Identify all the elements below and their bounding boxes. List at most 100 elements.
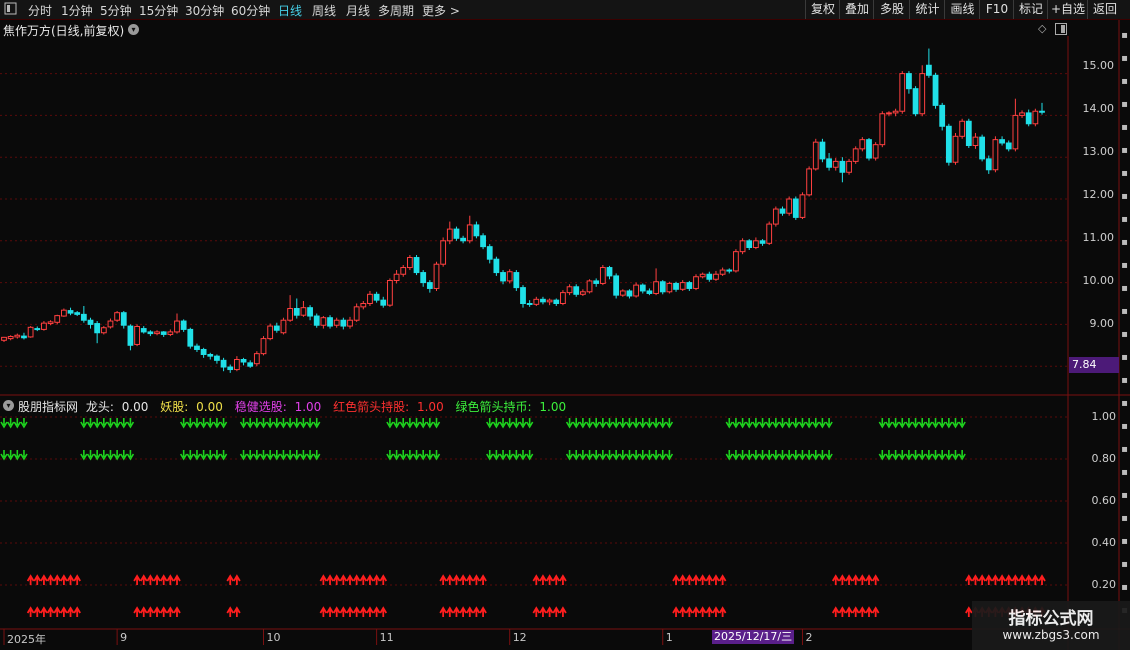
green-down-arrow <box>612 450 620 461</box>
candle <box>67 307 74 316</box>
green-down-arrow <box>891 450 900 461</box>
truncated-glyph: ▪ <box>1121 168 1128 179</box>
candle <box>832 158 839 171</box>
candle <box>140 326 147 334</box>
candle-body-up <box>952 135 959 163</box>
green-down-arrow <box>525 450 534 461</box>
green-down-arrow <box>745 450 753 461</box>
green-down-arrow <box>792 450 800 461</box>
green-down-arrow <box>273 450 281 461</box>
green-down-arrow <box>645 418 654 429</box>
red-up-arrow <box>46 606 55 617</box>
green-down-arrow <box>585 418 594 429</box>
green-down-arrow <box>732 418 740 429</box>
candle <box>480 233 486 250</box>
candle <box>7 335 14 341</box>
red-up-arrow <box>359 606 368 617</box>
candle-body-up <box>806 168 813 196</box>
candle <box>380 296 387 308</box>
candle <box>959 118 966 139</box>
red-up-arrow <box>545 606 554 617</box>
candle-body-up <box>27 326 34 338</box>
candle-body-up <box>772 208 779 225</box>
green-down-arrow <box>778 418 787 429</box>
indicator-tick: 0.60 <box>1091 494 1117 507</box>
date-tick: 12 <box>512 631 527 644</box>
candle-body-down <box>327 317 333 327</box>
kline-chart[interactable] <box>0 0 1130 650</box>
green-down-arrow <box>825 450 833 461</box>
red-up-arrow <box>372 606 381 617</box>
truncated-glyph: ▪ <box>1121 444 1128 455</box>
candle-body-down <box>659 281 666 293</box>
date-tick: 9 <box>120 631 128 644</box>
green-down-arrow <box>565 450 574 461</box>
candle <box>599 265 606 286</box>
red-up-arrow <box>984 574 993 585</box>
candle-body-up <box>633 284 640 297</box>
date-tick: 2 <box>805 631 813 644</box>
green-down-arrow <box>113 418 121 429</box>
price-tick: 9.00 <box>1089 317 1115 330</box>
green-down-arrow <box>80 418 88 429</box>
green-down-arrow <box>625 450 634 461</box>
candle-body-up <box>134 325 140 345</box>
candle <box>520 285 526 308</box>
candle-body-up <box>619 290 626 296</box>
legend-wenjian: 稳健选股: 1.00 <box>234 400 322 414</box>
candle <box>47 320 54 326</box>
candle <box>300 300 307 317</box>
green-down-arrow <box>120 450 128 461</box>
candle-body-up <box>300 307 307 316</box>
red-up-arrow <box>233 606 241 617</box>
candle <box>706 271 713 282</box>
candle <box>586 279 593 294</box>
green-down-arrow <box>253 450 261 461</box>
red-up-arrow <box>851 574 860 585</box>
candle-body-down <box>214 355 220 361</box>
red-up-arrow <box>226 606 235 617</box>
indicator-dropdown-icon[interactable]: ▾ <box>3 400 14 411</box>
green-down-arrow <box>931 418 940 429</box>
green-down-arrow <box>412 418 421 429</box>
candle-body-up <box>892 110 899 114</box>
red-up-arrow <box>352 574 361 585</box>
date-tick: 11 <box>379 631 394 644</box>
green-down-arrow <box>412 450 421 461</box>
candle-body-up <box>859 139 866 150</box>
green-down-arrow <box>426 450 434 461</box>
price-tick: 10.00 <box>1082 274 1115 287</box>
candle <box>752 237 759 250</box>
candle-body-up <box>393 273 400 282</box>
green-down-arrow <box>605 418 614 429</box>
green-down-arrow <box>665 418 674 429</box>
candle-body-up <box>566 286 573 294</box>
candle-body-down <box>1025 112 1032 125</box>
right-info-strip: ▪▪▪▪▪▪▪▪▪▪▪▪▪▪▪▪▪▪▪▪▪▪▪▪▪▪ <box>1119 20 1130 630</box>
red-up-arrow <box>865 574 873 585</box>
indicator-name[interactable]: 股朋指标网 <box>18 400 78 414</box>
red-up-arrow <box>991 574 1000 585</box>
candle <box>460 235 467 244</box>
green-down-arrow <box>399 450 407 461</box>
candle-body-down <box>473 224 480 237</box>
candle <box>540 296 546 305</box>
green-down-arrow <box>519 418 527 429</box>
candle-body-down <box>925 64 932 76</box>
candle-body-down <box>513 272 520 289</box>
red-up-arrow <box>712 574 720 585</box>
candle-body-up <box>260 338 267 355</box>
green-down-arrow <box>213 450 221 461</box>
candle-body-up <box>872 144 879 159</box>
green-down-arrow <box>80 450 88 461</box>
red-up-arrow <box>26 574 35 585</box>
green-down-arrow <box>938 418 946 429</box>
candle <box>27 326 34 338</box>
red-up-arrow <box>845 606 853 617</box>
candle-body-down <box>819 141 826 160</box>
green-down-arrow <box>279 418 288 429</box>
green-down-arrow <box>279 450 288 461</box>
candle <box>167 329 174 337</box>
truncated-glyph: ▪ <box>1121 145 1128 156</box>
candle-body-up <box>992 139 999 171</box>
